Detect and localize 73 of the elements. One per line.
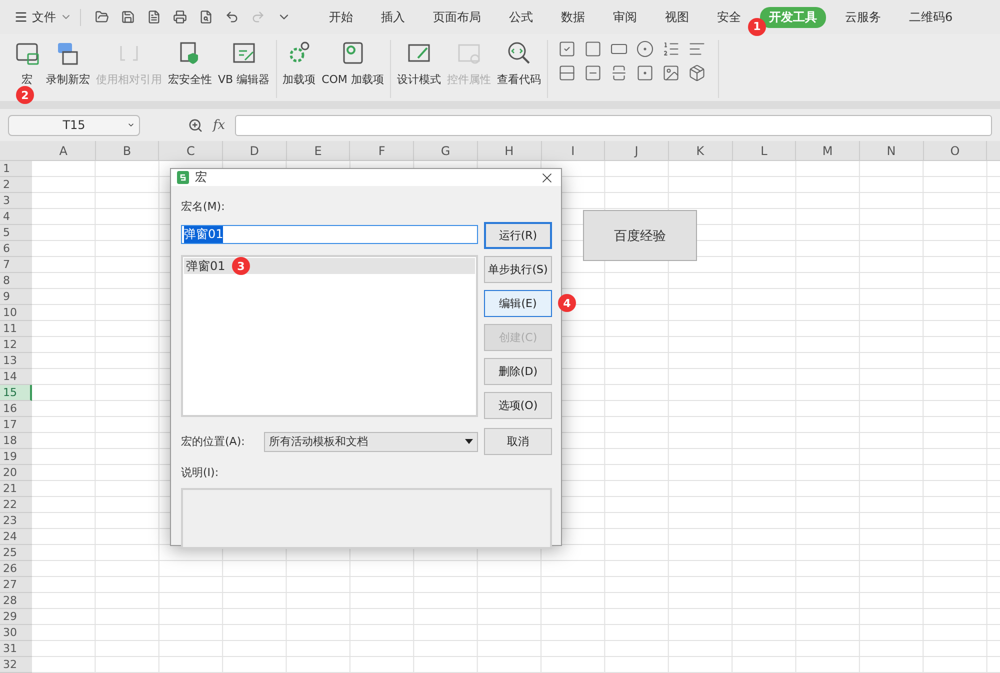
dialog-button[interactable]: 单步执行(S) — [484, 256, 552, 283]
preview-icon[interactable] — [199, 10, 213, 24]
ribbon-button[interactable]: 录制新宏 — [46, 72, 90, 88]
field-label: 宏的位置(A): — [181, 434, 245, 449]
radio-icon[interactable] — [636, 40, 654, 58]
dialog-button[interactable]: 运行(R) — [484, 222, 552, 249]
cancel-button[interactable]: 取消 — [484, 428, 552, 455]
ribbon-button[interactable]: 设计模式 — [396, 72, 441, 88]
dialog-button[interactable]: 选项(O) — [484, 392, 552, 419]
file-menu[interactable]: 文件 — [14, 8, 81, 26]
menu-tab[interactable]: 数据 — [552, 6, 594, 28]
macro-name-field[interactable]: 弹窗01 — [181, 225, 478, 244]
folder-icon[interactable] — [95, 10, 109, 24]
list-icon[interactable] — [662, 40, 680, 58]
image-icon[interactable] — [662, 64, 680, 82]
ribbon-button[interactable]: COM 加载项 — [322, 72, 384, 88]
undo-icon[interactable] — [225, 10, 239, 24]
step-badge: 4 — [558, 294, 576, 312]
column-header[interactable]: L — [732, 141, 796, 160]
menu-tab[interactable]: 插入 — [372, 6, 414, 28]
code-search-icon — [506, 40, 532, 66]
menu-tab[interactable]: 云服务 — [836, 6, 890, 28]
column-header[interactable]: G — [414, 141, 478, 160]
menu-tab[interactable]: 公式 — [500, 6, 542, 28]
ribbon-button[interactable]: 查看代码 — [496, 72, 541, 88]
macro-list-item[interactable]: 弹窗01 3 — [184, 258, 475, 274]
sheet-button[interactable]: 百度经验 — [583, 210, 697, 261]
ribbon-button[interactable]: 加载项 — [282, 72, 316, 88]
menu-tab[interactable]: 审阅 — [604, 6, 646, 28]
zoom-icon[interactable] — [188, 118, 203, 133]
ribbon-button[interactable]: VB 编辑器 — [218, 72, 270, 88]
step-badge: 2 — [16, 86, 34, 104]
menu-icon — [14, 10, 28, 24]
column-header[interactable]: E — [286, 141, 350, 160]
caret-icon — [465, 439, 473, 444]
column-header[interactable]: O — [924, 141, 988, 160]
step-badge: 3 — [232, 257, 250, 275]
ribbon-button[interactable]: 宏 — [22, 72, 32, 88]
name-box[interactable]: T15 — [8, 114, 140, 136]
formula-field[interactable] — [235, 114, 992, 136]
column-header[interactable]: N — [860, 141, 924, 160]
row-header[interactable]: 15 — [0, 385, 32, 401]
location-dropdown[interactable]: 所有活动模板和文档 — [264, 432, 478, 452]
column-header[interactable]: D — [223, 141, 287, 160]
menu-tab[interactable]: 安全 — [708, 6, 750, 28]
field-label: 宏名(M): — [181, 199, 226, 215]
column-header[interactable]: K — [668, 141, 733, 160]
column-header[interactable]: I — [542, 141, 606, 160]
frame-icon[interactable] — [584, 40, 602, 58]
save-icon[interactable] — [121, 10, 135, 24]
menu-tab[interactable]: 视图 — [656, 6, 698, 28]
column-header[interactable]: J — [605, 141, 669, 160]
column-header[interactable]: F — [350, 141, 414, 160]
checkbox-icon[interactable] — [558, 40, 576, 58]
step-badge: 1 — [748, 18, 766, 36]
column-header[interactable]: C — [159, 141, 224, 160]
column-header[interactable]: B — [96, 141, 160, 160]
menu-tab[interactable]: 页面布局 — [424, 6, 490, 28]
description-field[interactable] — [181, 488, 552, 549]
rows-icon[interactable] — [558, 64, 576, 82]
column-header[interactable]: M — [796, 141, 860, 160]
field-label: 说明(I): — [181, 465, 220, 481]
column-header[interactable]: A — [32, 141, 96, 160]
menu-tab[interactable]: 二维码6 — [900, 6, 962, 28]
print-icon[interactable] — [173, 10, 187, 24]
dialog-button[interactable]: 编辑(E) — [484, 290, 552, 317]
pdf-icon[interactable] — [147, 10, 161, 24]
column-header[interactable]: H — [478, 141, 542, 160]
dialog-title: 宏 — [195, 169, 208, 186]
menu-tab[interactable]: 开始 — [320, 6, 362, 28]
ribbon-button[interactable]: 宏安全性 — [168, 72, 212, 88]
dialog-button[interactable]: 删除(D) — [484, 358, 552, 385]
function-label[interactable]: fx — [213, 118, 226, 133]
